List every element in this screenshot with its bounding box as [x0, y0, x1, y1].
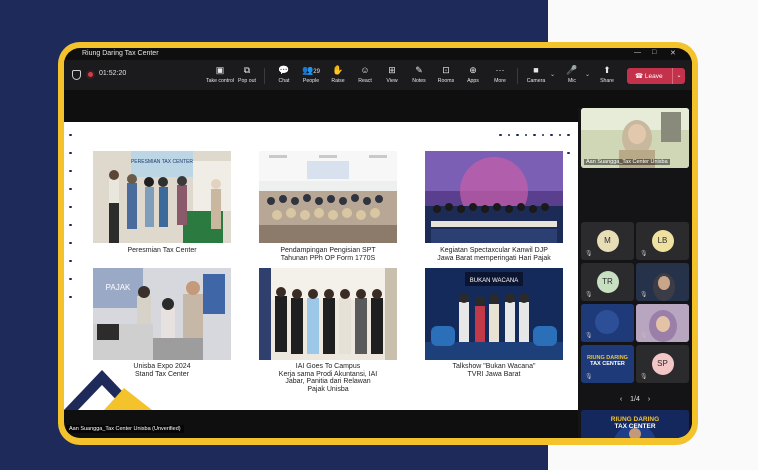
mic-off-icon: 🎙 — [585, 374, 593, 380]
apps-button[interactable]: ⊕ Apps — [458, 64, 488, 88]
close-button[interactable]: ✕ — [670, 49, 676, 57]
participant-tile-banner[interactable]: 🎙 — [581, 304, 634, 342]
share-button[interactable]: ⬆ Share — [592, 64, 622, 88]
participant-strip: Aan Suangga_Tax Center Unisba M 🎙 LB 🎙 T… — [578, 108, 692, 438]
caption-iai-goes-to-campus: IAI Goes To Campus Kerja sama Prodi Akunt… — [278, 363, 378, 393]
leave-options-chevron-icon[interactable]: ⌄ — [672, 68, 685, 84]
participant-tile-hijab[interactable]: 🎙 — [636, 304, 689, 342]
grid-icon: ⊞ — [388, 65, 396, 75]
participant-tile-tr[interactable]: TR 🎙 — [581, 263, 634, 301]
chat-icon: 💬 — [278, 65, 290, 75]
leave-button[interactable]: ☎ Leave ⌄ — [627, 68, 685, 84]
shield-icon[interactable] — [72, 70, 81, 80]
camera-options-chevron-icon[interactable]: ⌄ — [550, 71, 555, 78]
presenter-name-tag: Aan Suangga_Tax Center Unisba (Unverifie… — [66, 425, 184, 433]
caption-spectaxcular: Kegiatan Spectaxcular Kanwil DJP Jawa Bar… — [437, 247, 551, 262]
p4-sign-text: PAJAK — [106, 283, 131, 292]
take-control-button[interactable]: ▣ Take control — [205, 64, 235, 88]
recording-icon — [86, 70, 95, 79]
photo-iai-goes-to-campus — [259, 268, 397, 360]
participant-tile-sp[interactable]: SP 🎙 — [636, 345, 689, 383]
share-icon: ⬆ — [603, 65, 611, 75]
smiley-icon: ☺ — [360, 65, 370, 75]
chevron-right-icon[interactable]: › — [648, 396, 650, 403]
more-icon: ··· — [495, 65, 505, 75]
dot-pattern-left — [66, 126, 82, 306]
caption-peresmian: Peresmian Tax Center — [127, 247, 197, 254]
avatar: TR — [596, 271, 619, 293]
rooms-button[interactable]: ⊡ Rooms — [431, 64, 461, 88]
apps-icon: ⊕ — [469, 65, 477, 75]
notes-button[interactable]: ✎ Notes — [404, 64, 434, 88]
avatar: LB — [651, 230, 674, 252]
take-control-icon: ▣ — [215, 65, 225, 75]
minimize-button[interactable]: — — [634, 49, 641, 56]
active-speaker-tile[interactable]: Aan Suangga_Tax Center Unisba — [581, 108, 689, 168]
participant-tile-lb[interactable]: LB 🎙 — [636, 222, 689, 260]
hand-icon: ✋ — [332, 65, 344, 75]
caption-talkshow: Talkshow "Bukan Wacana" TVRI Jawa Barat — [452, 363, 536, 378]
caption-pendampingan: Pendampingan Pengisian SPT Tahunan PPh OP… — [280, 247, 376, 262]
people-count: 29 — [313, 69, 320, 75]
mic-off-icon: 🎙 — [585, 251, 593, 257]
mic-off-icon: 🎙 — [640, 333, 648, 339]
mic-icon: 🎤 — [566, 65, 578, 75]
speaker-name-label: Aan Suangga_Tax Center Unisba — [584, 159, 670, 165]
meeting-toolbar: 01:52:20 ▣ Take control ⧉ Pop out 💬 Chat… — [64, 60, 692, 90]
toolbar-divider — [264, 68, 265, 84]
mic-off-icon: 🎙 — [640, 251, 648, 257]
photo-peresmian: PERESMIAN TAX CENTER — [93, 151, 231, 243]
decorative-triangles — [64, 370, 152, 410]
raise-hand-button[interactable]: ✋ Raise — [323, 64, 353, 88]
react-button[interactable]: ☺ React — [350, 64, 380, 88]
p6-banner-text: BUKAN WACANA — [470, 278, 518, 284]
meeting-timer: 01:52:20 — [99, 70, 127, 77]
shared-slide: PERESMIAN TAX CENTER Peresmian Tax Cente… — [64, 122, 578, 410]
avatar: SP — [651, 353, 674, 375]
people-icon: 👥 — [302, 65, 314, 75]
mic-off-icon: 🎙 — [640, 374, 648, 380]
meeting-window: Riung Daring Tax Center — □ ✕ 01:52:20 ▣… — [64, 48, 692, 438]
chat-button[interactable]: 💬 Chat — [269, 64, 299, 88]
chevron-left-icon[interactable]: ‹ — [620, 396, 622, 403]
mic-off-icon: 🎙 — [640, 292, 648, 298]
camera-button[interactable]: ■ Camera — [521, 64, 551, 88]
avatar: M — [596, 230, 619, 252]
maximize-button[interactable]: □ — [652, 49, 656, 56]
spotlight-tile[interactable]: RIUNG DARING TAX CENTER — [581, 410, 689, 438]
window-title: Riung Daring Tax Center — [82, 50, 159, 57]
title-bar: Riung Daring Tax Center — □ ✕ — [64, 48, 692, 60]
participant-tile-riung-daring[interactable]: RIUNG DARING TAX CENTER 🎙 — [581, 345, 634, 383]
photo-spectaxcular — [425, 151, 563, 243]
mic-options-chevron-icon[interactable]: ⌄ — [585, 71, 590, 78]
participant-pager: ‹ 1/4 › — [619, 396, 651, 403]
more-button[interactable]: ··· More — [485, 64, 515, 88]
toolbar-divider — [517, 68, 518, 84]
p1-banner-text: PERESMIAN TAX CENTER — [131, 159, 193, 165]
people-button[interactable]: 👥29 People — [296, 64, 326, 88]
rooms-icon: ⊡ — [442, 65, 450, 75]
pop-out-button[interactable]: ⧉ Pop out — [232, 64, 262, 88]
photo-pendampingan — [259, 151, 397, 243]
photo-unisba-expo: PAJAK — [93, 268, 231, 360]
participant-tile-video[interactable]: 🎙 — [636, 263, 689, 301]
participant-tile-m[interactable]: M 🎙 — [581, 222, 634, 260]
camera-icon: ■ — [533, 65, 539, 75]
mic-off-icon: 🎙 — [585, 292, 593, 298]
mic-off-icon: 🎙 — [585, 333, 593, 339]
photo-talkshow: BUKAN WACANA — [425, 268, 563, 360]
mic-button[interactable]: 🎤 Mic — [557, 64, 587, 88]
view-button[interactable]: ⊞ View — [377, 64, 407, 88]
pop-out-icon: ⧉ — [243, 65, 251, 75]
notes-icon: ✎ — [415, 65, 423, 75]
